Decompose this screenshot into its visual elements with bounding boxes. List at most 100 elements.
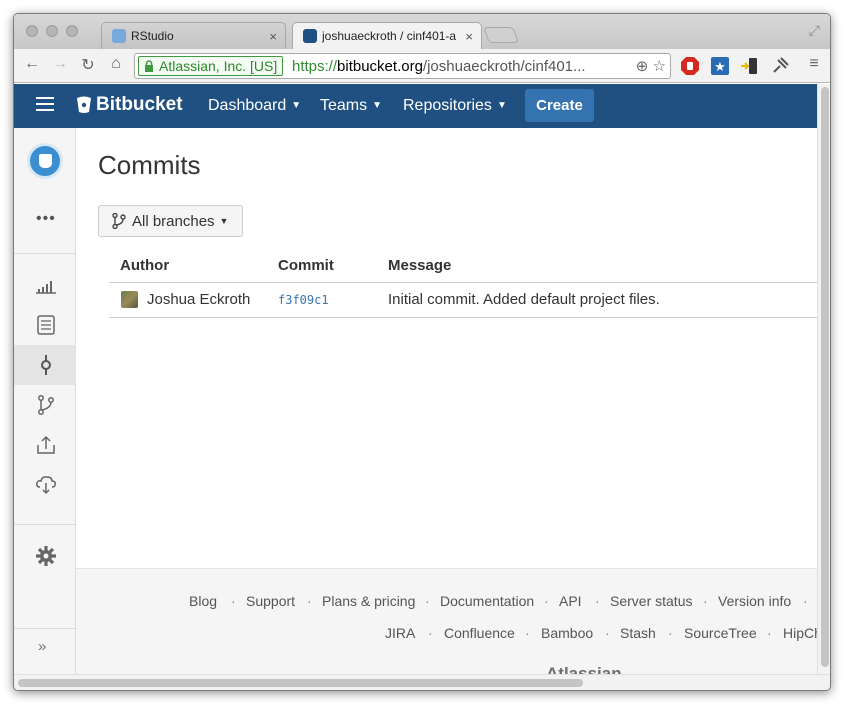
page-content: Bitbucket Dashboard ▼ Teams ▼ Repositories… [14, 84, 817, 674]
tab-rstudio[interactable]: RStudio × [101, 22, 286, 49]
horizontal-scrollbar[interactable] [14, 674, 830, 690]
ev-certificate-badge[interactable]: Atlassian, Inc. [US] [138, 56, 284, 76]
author-cell: Joshua Eckroth [109, 282, 278, 318]
branches-icon [112, 213, 126, 229]
footer-link-sourcetree[interactable]: SourceTree [684, 625, 757, 641]
nav-label: Repositories [403, 97, 492, 114]
branch-filter-dropdown[interactable]: All branches ▼ [98, 205, 243, 237]
avatar[interactable] [121, 291, 138, 308]
url-scheme: https:// [292, 58, 338, 75]
chevron-down-icon: ▼ [291, 100, 302, 111]
tab-title: RStudio [131, 29, 174, 43]
nav-label: Dashboard [208, 97, 287, 114]
table-row: Joshua Eckroth f3f09c1 Initial commit. A… [109, 282, 817, 318]
ev-company: Atlassian, Inc. [US] [159, 58, 278, 74]
sidebar-item-downloads[interactable] [14, 425, 76, 465]
footer-link-support[interactable]: Support [246, 593, 295, 609]
rstudio-icon [112, 29, 126, 43]
nav-teams[interactable]: Teams ▼ [320, 97, 382, 115]
pin-extension-icon[interactable] [770, 56, 790, 76]
commit-cell: f3f09c1 [278, 282, 388, 318]
commit-hash-link[interactable]: f3f09c1 [278, 293, 329, 307]
footer-link-server-status[interactable]: Server status [610, 593, 692, 609]
back-icon[interactable]: ← [22, 55, 42, 73]
minimize-window-button[interactable] [46, 25, 58, 37]
sidebar-item-commits[interactable] [14, 345, 76, 385]
create-button[interactable]: Create [525, 89, 594, 122]
scroll-thumb[interactable] [18, 679, 583, 687]
separator: · [767, 625, 772, 641]
separator: · [425, 593, 430, 609]
phone-extension-icon[interactable] [740, 56, 760, 76]
chevron-down-icon: ▼ [372, 100, 383, 111]
sidebar-item-source[interactable] [14, 305, 76, 345]
fullscreen-icon[interactable]: ⤢ [809, 22, 820, 39]
sidebar-item-pipelines[interactable] [14, 465, 76, 505]
bitbucket-logo-icon [77, 96, 91, 113]
zoom-window-button[interactable] [66, 25, 78, 37]
footer: Blog · Support · Plans & pricing · Docum… [76, 568, 817, 674]
tab-bitbucket[interactable]: joshuaeckroth / cinf401-a × [292, 22, 482, 49]
author-name[interactable]: Joshua Eckroth [147, 291, 250, 308]
home-icon[interactable]: ⌂ [106, 55, 126, 73]
chart-icon [36, 281, 56, 294]
hamburger-menu-icon[interactable] [36, 97, 54, 111]
separator: · [231, 593, 236, 609]
repo-avatar[interactable] [27, 143, 63, 179]
table-header-row: Author Commit Message [109, 250, 817, 283]
chevron-down-icon: ▼ [219, 216, 229, 226]
footer-link-stash[interactable]: Stash [620, 625, 656, 641]
footer-link-api[interactable]: API [559, 593, 582, 609]
column-header-author: Author [109, 250, 278, 283]
tab-close-icon[interactable]: × [465, 29, 473, 44]
url-path: /joshuaeckroth/cinf401... [422, 58, 586, 75]
address-bar[interactable]: Atlassian, Inc. [US] https://bitbucket.o… [134, 53, 671, 79]
zoom-icon[interactable]: ⊕ [636, 58, 649, 75]
source-icon [37, 315, 55, 335]
star-extension-icon[interactable]: ★ [710, 56, 730, 76]
vertical-scrollbar[interactable] [817, 84, 830, 674]
branch-filter-label: All branches [132, 212, 215, 230]
tab-close-icon[interactable]: × [269, 29, 277, 44]
sidebar-item-branches[interactable] [14, 385, 76, 425]
column-header-commit: Commit [278, 250, 388, 283]
separator: · [595, 593, 600, 609]
bookmark-star-icon[interactable]: ☆ [653, 58, 666, 75]
footer-link-blog[interactable]: Blog [189, 593, 217, 609]
chevron-down-icon: ▼ [496, 100, 507, 111]
commit-icon [41, 355, 51, 375]
footer-link-confluence[interactable]: Confluence [444, 625, 515, 641]
bitbucket-logo[interactable]: Bitbucket [76, 94, 183, 116]
sidebar-item-settings[interactable] [14, 535, 76, 575]
atlassian-logo[interactable]: Atlassian [546, 664, 622, 674]
footer-link-plans[interactable]: Plans & pricing [322, 593, 415, 609]
sidebar-item-overview[interactable] [14, 265, 76, 305]
menu-icon[interactable]: ≡ [804, 55, 824, 73]
bitbucket-header: Bitbucket Dashboard ▼ Teams ▼ Repositories… [14, 84, 817, 128]
reload-icon[interactable]: ↻ [78, 55, 98, 75]
nav-dashboard[interactable]: Dashboard ▼ [208, 97, 301, 115]
commits-table: Author Commit Message Joshua Eckroth f3f… [109, 250, 817, 318]
footer-link-documentation[interactable]: Documentation [440, 593, 534, 609]
url-text[interactable]: https://bitbucket.org/joshuaeckroth/cinf… [292, 58, 586, 75]
footer-link-hipchat[interactable]: HipChat [783, 625, 817, 641]
main-content: Commits All branches ▼ Author Commit Mes… [76, 128, 817, 674]
footer-link-jira[interactable]: JIRA [385, 625, 415, 641]
footer-link-version-info[interactable]: Version info [718, 593, 791, 609]
column-header-message: Message [388, 250, 817, 283]
footer-link-bamboo[interactable]: Bamboo [541, 625, 593, 641]
bitbucket-favicon-icon [303, 29, 317, 43]
cloud-download-icon [36, 476, 56, 495]
separator: · [605, 625, 610, 641]
scroll-thumb[interactable] [821, 87, 829, 667]
forward-icon[interactable]: → [50, 55, 70, 73]
adblock-extension-icon[interactable] [680, 56, 700, 76]
nav-repositories[interactable]: Repositories ▼ [403, 97, 507, 115]
message-cell: Initial commit. Added default project fi… [388, 282, 817, 318]
upload-icon [37, 435, 55, 454]
expand-sidebar-icon[interactable]: » [38, 638, 46, 655]
new-tab-button[interactable] [483, 27, 519, 43]
more-icon[interactable]: ••• [36, 210, 56, 228]
close-window-button[interactable] [26, 25, 38, 37]
separator: · [428, 625, 433, 641]
